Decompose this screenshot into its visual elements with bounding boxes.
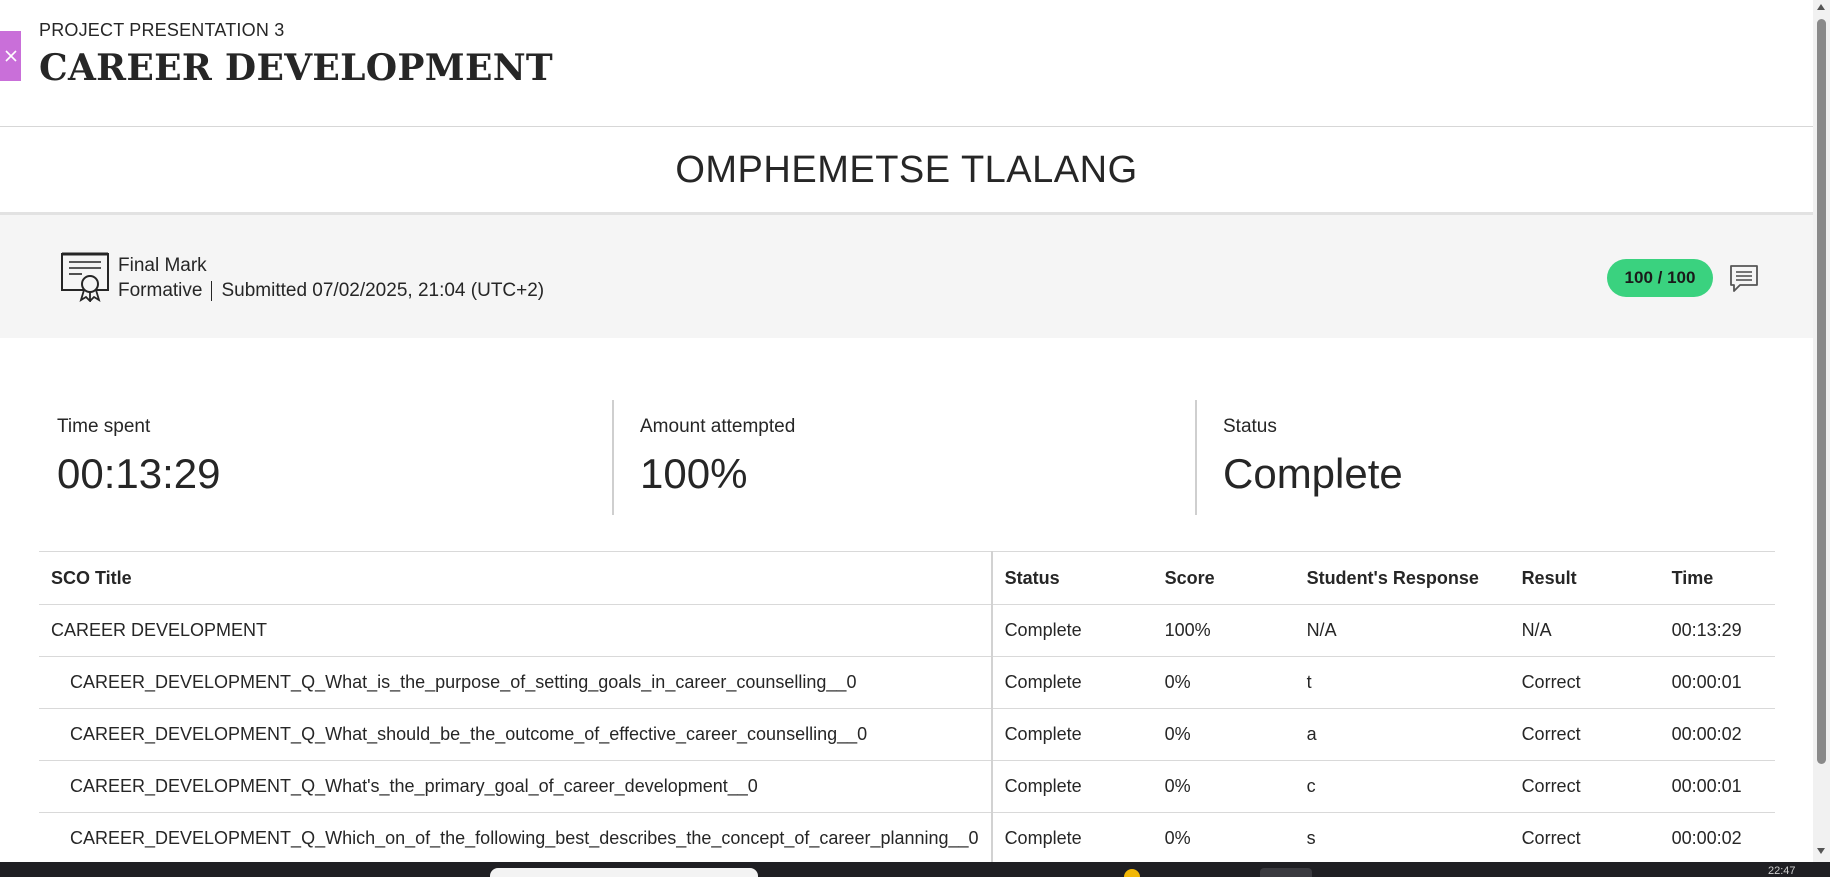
- stat-label: Amount attempted: [640, 416, 796, 437]
- stat-time-spent: Time spent 00:13:29: [57, 400, 221, 515]
- result-cell: Correct: [1509, 760, 1660, 813]
- taskbar-search[interactable]: [490, 868, 758, 877]
- response-cell: t: [1294, 656, 1510, 709]
- final-mark-panel: Final Mark Formative Submitted 07/02/202…: [0, 215, 1813, 338]
- stat-label: Status: [1223, 416, 1277, 437]
- column-header: Status: [991, 551, 1153, 605]
- table-row: CAREER_DEVELOPMENT_Q_Which_on_of_the_fol…: [39, 812, 1775, 865]
- sco-title-cell: CAREER_DEVELOPMENT_Q_Which_on_of_the_fol…: [39, 812, 993, 865]
- column-header: Result: [1509, 551, 1660, 605]
- final-mark-title: Final Mark: [118, 255, 207, 276]
- stat-value: Complete: [1223, 450, 1403, 497]
- status-cell: Complete: [991, 760, 1153, 813]
- table-row: CAREER_DEVELOPMENT_Q_What_is_the_purpose…: [39, 656, 1775, 709]
- details-separator: [211, 281, 213, 301]
- final-mark-details: Formative Submitted 07/02/2025, 21:04 (U…: [118, 280, 544, 302]
- response-cell: s: [1294, 812, 1510, 865]
- submission-date: Submitted 07/02/2025, 21:04 (UTC+2): [221, 280, 545, 301]
- stat-status: Status Complete: [1223, 400, 1403, 515]
- table-row: CAREER_DEVELOPMENT_Q_What's_the_primary_…: [39, 760, 1775, 813]
- stat-divider: [1195, 400, 1197, 515]
- result-cell: Correct: [1509, 812, 1660, 865]
- column-header: SCO Title: [39, 551, 993, 605]
- status-cell: Complete: [991, 604, 1153, 657]
- time-cell: 00:00:01: [1659, 656, 1775, 709]
- response-cell: c: [1294, 760, 1510, 813]
- taskbar-app-icon[interactable]: [1124, 869, 1140, 877]
- status-cell: Complete: [991, 812, 1153, 865]
- score-badge: 100 / 100: [1607, 259, 1713, 297]
- time-cell: 00:00:02: [1659, 708, 1775, 761]
- stat-divider: [612, 400, 614, 515]
- column-header: Student's Response: [1294, 551, 1510, 605]
- status-cell: Complete: [991, 656, 1153, 709]
- status-cell: Complete: [991, 708, 1153, 761]
- sco-title-cell: CAREER_DEVELOPMENT_Q_What's_the_primary_…: [39, 760, 993, 813]
- score-cell: 0%: [1152, 760, 1295, 813]
- result-cell: N/A: [1509, 604, 1660, 657]
- page-kicker: PROJECT PRESENTATION 3: [39, 20, 285, 40]
- score-cell: 0%: [1152, 708, 1295, 761]
- student-name: OMPHEMETSE TLALANG: [675, 149, 1138, 191]
- sco-title-cell: CAREER DEVELOPMENT: [39, 604, 993, 657]
- taskbar-clock: 22:47: [1768, 865, 1796, 877]
- score-cell: 100%: [1152, 604, 1295, 657]
- time-cell: 00:00:02: [1659, 812, 1775, 865]
- table-row: CAREER DEVELOPMENT Complete 100% N/A N/A…: [39, 604, 1775, 657]
- scrollbar-thumb[interactable]: [1817, 19, 1826, 764]
- certificate-icon: [61, 252, 109, 302]
- time-cell: 00:13:29: [1659, 604, 1775, 657]
- column-header: Time: [1659, 551, 1775, 605]
- comment-icon[interactable]: [1728, 262, 1760, 294]
- assessment-type: Formative: [118, 280, 203, 301]
- result-cell: Correct: [1509, 708, 1660, 761]
- stat-amount-attempted: Amount attempted 100%: [640, 400, 795, 515]
- table-row: CAREER_DEVELOPMENT_Q_What_should_be_the_…: [39, 708, 1775, 761]
- response-cell: N/A: [1294, 604, 1510, 657]
- close-icon: [4, 50, 17, 62]
- sco-title-cell: CAREER_DEVELOPMENT_Q_What_should_be_the_…: [39, 708, 993, 761]
- scroll-up-arrow-icon[interactable]: [1817, 4, 1825, 10]
- attempt-stats: Time spent 00:13:29 Amount attempted 100…: [0, 400, 1813, 515]
- os-taskbar: 22:47: [0, 862, 1830, 877]
- page-title: CAREER DEVELOPMENT: [39, 47, 553, 89]
- close-panel-button[interactable]: [0, 31, 21, 81]
- column-header: Score: [1152, 551, 1295, 605]
- table-header-row: SCO Title Status Score Student's Respons…: [39, 551, 1775, 605]
- sco-title-cell: CAREER_DEVELOPMENT_Q_What_is_the_purpose…: [39, 656, 993, 709]
- stat-label: Time spent: [57, 416, 151, 437]
- sco-table: SCO Title Status Score Student's Respons…: [39, 551, 1775, 865]
- page-header: PROJECT PRESENTATION 3 CAREER DEVELOPMEN…: [39, 20, 553, 89]
- taskbar-app-icon[interactable]: [1260, 868, 1312, 877]
- scroll-down-arrow-icon[interactable]: [1817, 848, 1825, 854]
- time-cell: 00:00:01: [1659, 760, 1775, 813]
- score-cell: 0%: [1152, 812, 1295, 865]
- score-cell: 0%: [1152, 656, 1295, 709]
- vertical-scrollbar[interactable]: [1813, 0, 1830, 862]
- response-cell: a: [1294, 708, 1510, 761]
- result-cell: Correct: [1509, 656, 1660, 709]
- stat-value: 00:13:29: [57, 450, 221, 497]
- header-divider: [0, 126, 1813, 127]
- stat-value: 100%: [640, 450, 748, 497]
